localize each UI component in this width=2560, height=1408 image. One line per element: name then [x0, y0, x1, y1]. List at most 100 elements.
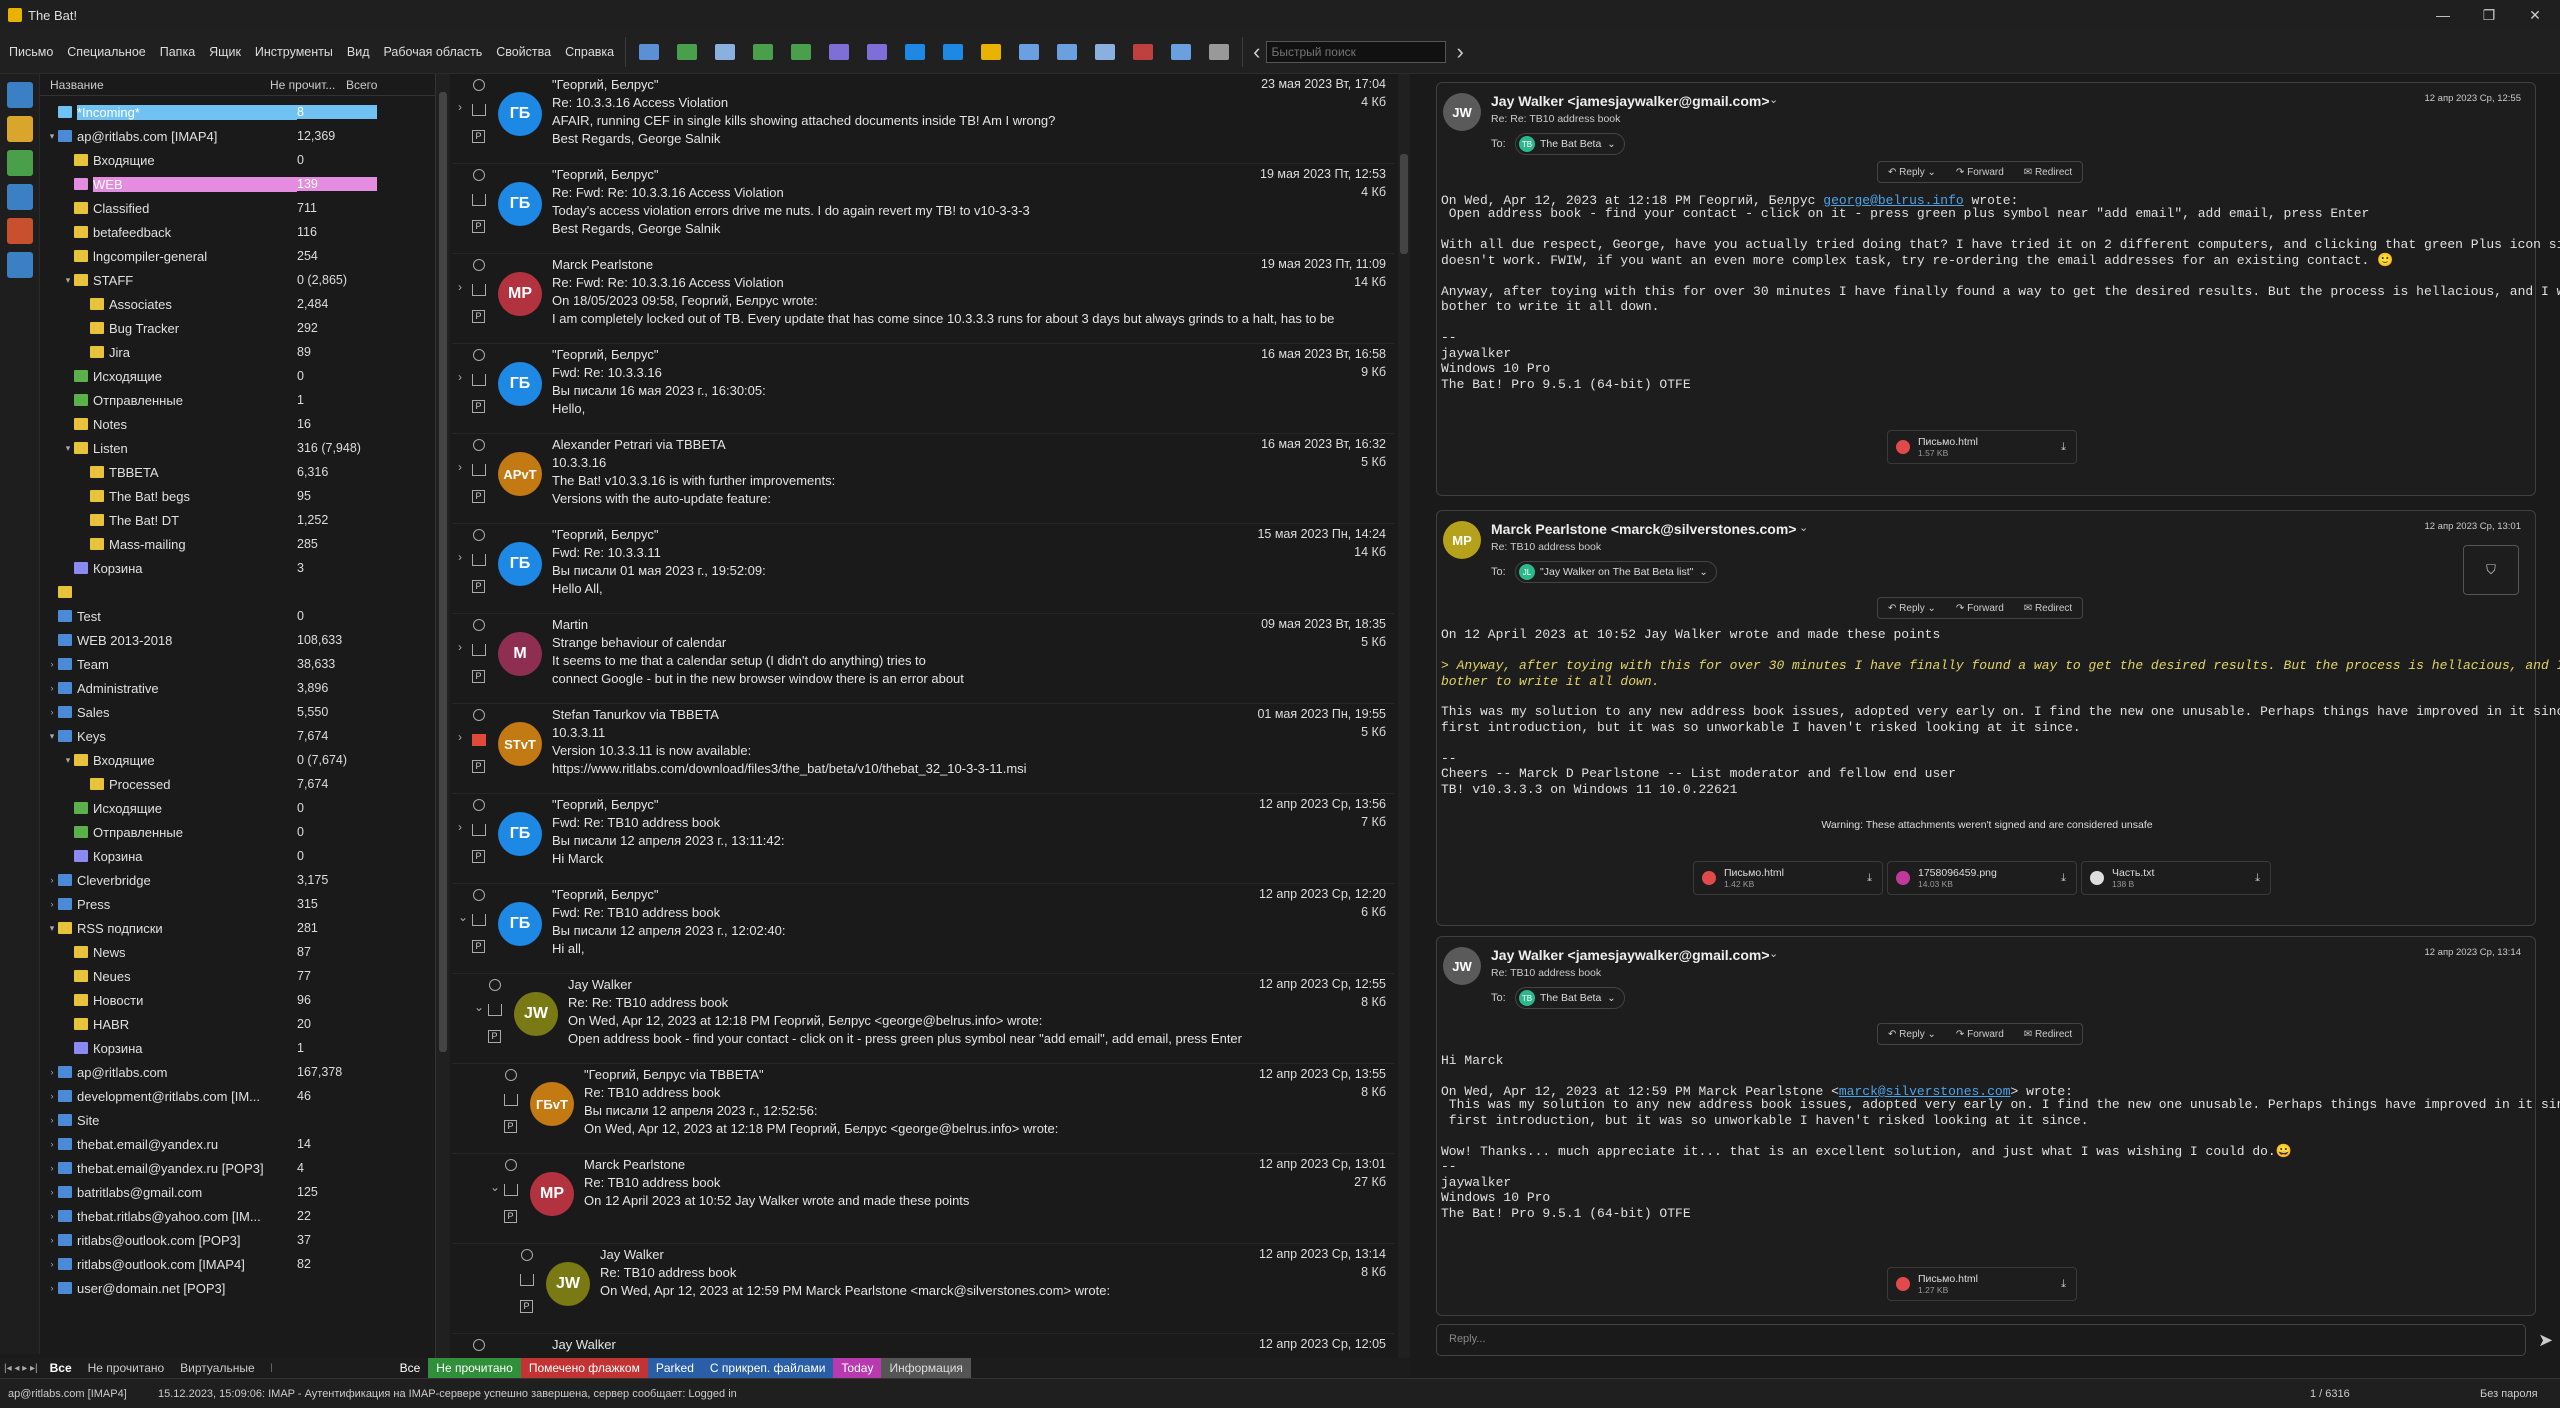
thread-toggle-icon[interactable]: ⌄	[474, 1000, 484, 1014]
prev-message-icon[interactable]	[900, 37, 930, 67]
address-icon[interactable]	[976, 37, 1006, 67]
read-status-icon[interactable]	[473, 259, 485, 271]
reply-icon[interactable]	[748, 37, 778, 67]
expand-toggle-icon[interactable]: ▾	[46, 131, 58, 142]
message-row[interactable]: › P ГБ "Георгий, Белрус" Re: 10.3.3.16 Acces…	[452, 74, 1394, 164]
expand-toggle-icon[interactable]: ›	[46, 1067, 58, 1077]
folder-item[interactable]: Mass-mailing 285	[40, 532, 435, 556]
read-status-icon[interactable]	[473, 709, 485, 721]
nav-forward-icon[interactable]: ›	[1456, 39, 1463, 65]
redirect-button[interactable]: ✉ Redirect	[2014, 603, 2082, 614]
expand-toggle-icon[interactable]: ›	[46, 707, 58, 717]
reply-input[interactable]: Reply...	[1436, 1324, 2526, 1356]
sender-header[interactable]: Jay Walker <jamesjaywalker@gmail.com>	[1491, 947, 1770, 963]
folder-item[interactable]: The Bat! DT 1,252	[40, 508, 435, 532]
folder-item[interactable]: TBBETA 6,316	[40, 460, 435, 484]
redirect-button[interactable]: ✉ Redirect	[2014, 167, 2082, 178]
expand-toggle-icon[interactable]: ›	[46, 659, 58, 669]
folder-item[interactable]: Bug Tracker 292	[40, 316, 435, 340]
message-row[interactable]: › P APvT Alexander Petrari via TBBETA 10.3.3…	[452, 434, 1394, 524]
sender-header[interactable]: Jay Walker <jamesjaywalker@gmail.com>	[1491, 93, 1770, 109]
folder-item[interactable]: WEB 139	[40, 172, 435, 196]
menu-item[interactable]: Ящик	[202, 30, 248, 74]
folder-item[interactable]: › thebat.email@yandex.ru 14	[40, 1132, 435, 1156]
thread-toggle-icon[interactable]: ›	[458, 820, 462, 834]
message-row[interactable]: ⌄ P MP Marck Pearlstone Re: TB10 address boo…	[452, 1154, 1394, 1244]
expand-toggle-icon[interactable]: ›	[46, 1283, 58, 1293]
quick-search-input[interactable]	[1266, 40, 1447, 63]
menu-item[interactable]: Вид	[340, 30, 377, 74]
chevron-down-icon[interactable]: ⌄	[1769, 947, 1778, 960]
menu-item[interactable]: Инструменты	[248, 30, 340, 74]
message-row[interactable]: P ГБ "Георгий, Белрус" Re: Fwd: Re: 10.3.3.…	[452, 164, 1394, 254]
chevron-down-icon[interactable]: ⌄	[1769, 93, 1778, 106]
message-list-scrollbar[interactable]	[1398, 74, 1410, 1366]
folder-item[interactable]: › user@domain.net [POP3]	[40, 1276, 435, 1300]
lock-icon[interactable]	[7, 116, 33, 142]
read-status-icon[interactable]	[473, 619, 485, 631]
maximize-icon[interactable]: ❐	[2466, 0, 2512, 30]
folder-item[interactable]: Отправленные 0	[40, 820, 435, 844]
folder-item[interactable]: Исходящие 0	[40, 364, 435, 388]
folder-item[interactable]: Корзина 0	[40, 844, 435, 868]
attachment[interactable]: Письмо.html 1.57 KB ⤓	[1887, 430, 2077, 464]
security-shield-icon[interactable]: ⛉	[2463, 545, 2519, 595]
message-row[interactable]: ⌄ P JW Jay Walker Re: Re: TB10 address book O…	[452, 974, 1394, 1064]
folder-item[interactable]: › Administrative 3,896	[40, 676, 435, 700]
folder-item[interactable]: Корзина 3	[40, 556, 435, 580]
settings-icon[interactable]	[7, 252, 33, 278]
calendar-icon[interactable]	[7, 218, 33, 244]
menu-item[interactable]: Справка	[558, 30, 621, 74]
tab-filter[interactable]: Today	[833, 1358, 882, 1378]
folder-item[interactable]: Входящие 0	[40, 148, 435, 172]
folder-item[interactable]: lngcompiler-general 254	[40, 244, 435, 268]
expand-toggle-icon[interactable]: ▾	[46, 731, 58, 742]
flag-icon[interactable]	[520, 1274, 534, 1286]
flag-icon[interactable]	[472, 284, 486, 296]
read-status-icon[interactable]	[473, 889, 485, 901]
thread-toggle-icon[interactable]: ›	[458, 100, 462, 114]
recipient-chip[interactable]: JL "Jay Walker on The Bat Beta list" ⌄	[1515, 561, 1717, 583]
read-status-icon[interactable]	[473, 799, 485, 811]
tab-filter[interactable]: Информация	[881, 1358, 971, 1378]
flag-icon[interactable]	[472, 374, 486, 386]
flag-icon[interactable]	[504, 1094, 518, 1106]
folder-item[interactable]: Новости 96	[40, 988, 435, 1012]
folder-item[interactable]: Associates 2,484	[40, 292, 435, 316]
nav-back-icon[interactable]: ‹	[1253, 39, 1260, 65]
message-row[interactable]: › P M Martin Strange behaviour of calendar It…	[452, 614, 1394, 704]
menu-item[interactable]: Папка	[153, 30, 202, 74]
tab-left-0[interactable]: Все	[42, 1358, 80, 1378]
new-folder-icon[interactable]	[7, 150, 33, 176]
folder-item[interactable]: › ritlabs@outlook.com [IMAP4] 82	[40, 1252, 435, 1276]
folder-item[interactable]: › Site	[40, 1108, 435, 1132]
read-status-icon[interactable]	[473, 349, 485, 361]
accounts-icon[interactable]	[7, 82, 33, 108]
move-icon[interactable]	[1166, 37, 1196, 67]
menu-item[interactable]: Письмо	[2, 30, 60, 74]
expand-toggle-icon[interactable]: ›	[46, 1091, 58, 1101]
expand-toggle-icon[interactable]: ›	[46, 1211, 58, 1221]
column-name[interactable]: Название	[40, 78, 270, 92]
trash-icon[interactable]	[1204, 37, 1234, 67]
folder-item[interactable]: ▾ ap@ritlabs.com [IMAP4] 12,369	[40, 124, 435, 148]
thread-toggle-icon[interactable]: ›	[458, 550, 462, 564]
new-message-icon[interactable]	[710, 37, 740, 67]
tab-filter[interactable]: С прикреп. файлами	[701, 1358, 834, 1378]
folder-item[interactable]: Test 0	[40, 604, 435, 628]
send-queue-icon[interactable]	[1052, 37, 1082, 67]
delete-icon[interactable]	[1128, 37, 1158, 67]
thread-toggle-icon[interactable]: ⌄	[458, 910, 468, 924]
folder-item[interactable]: ▾ Входящие 0 (7,674)	[40, 748, 435, 772]
read-status-icon[interactable]	[521, 1249, 533, 1261]
tab-filter[interactable]: Не прочитано	[428, 1358, 521, 1378]
read-status-icon[interactable]	[473, 79, 485, 91]
folder-item[interactable]: › ritlabs@outlook.com [POP3] 37	[40, 1228, 435, 1252]
sender-header[interactable]: Marck Pearlstone <marck@silverstones.com…	[1491, 521, 1796, 537]
message-row[interactable]: › P ГБ "Георгий, Белрус" Fwd: Re: 10.3.3.11 В…	[452, 524, 1394, 614]
read-status-icon[interactable]	[473, 439, 485, 451]
attachment[interactable]: Письмо.html 1.27 KB ⤓	[1887, 1267, 2077, 1301]
get-mail-icon[interactable]	[634, 37, 664, 67]
send-icon[interactable]: ➤	[2538, 1330, 2553, 1351]
expand-toggle-icon[interactable]: ›	[46, 1139, 58, 1149]
